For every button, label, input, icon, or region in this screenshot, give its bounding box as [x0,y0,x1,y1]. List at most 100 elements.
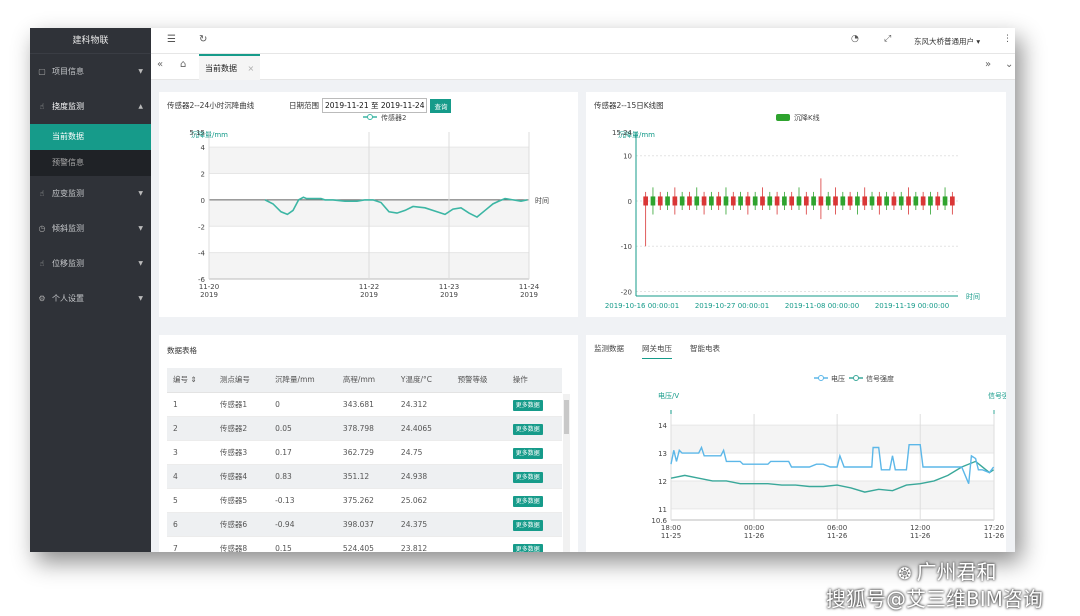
candle-body [657,196,663,206]
candle-body [665,196,670,206]
tab-monitor-data[interactable]: 监测数据 [594,343,624,359]
more-data-button[interactable]: 更多数据 [512,447,543,459]
table-row: 3 传感器3 0.17 362.729 24.75 更多数据 [167,440,562,465]
sidebar-item-deflection[interactable]: ☝ 挠度监测 ▲ [30,89,151,124]
x-tick-label: 11-22 [359,283,379,291]
table-cell: 传感器4 [213,464,270,489]
gauge-icon: ◷ [38,224,46,233]
table-cell: -0.94 [269,512,337,537]
y-tick-label: -2 [198,223,205,231]
table-cell: 351.12 [336,464,395,489]
page: 建科物联 ▢ 项目信息 ▼ ☝ 挠度监测 ▲ 当前数据 预警信息 ☝ 应变监测 … [0,0,1080,616]
tab-gateway-voltage[interactable]: 网关电压 [642,343,672,359]
theme-icon[interactable]: ◔ [851,34,859,44]
table-row: 1 传感器1 0 343.681 24.312 更多数据 [167,392,562,417]
candle-body [855,196,860,206]
tab-current-data[interactable]: 当前数据 × [199,54,261,80]
sidebar-item-project-info[interactable]: ▢ 项目信息 ▼ [30,54,151,89]
x-tick-date: 11-26 [910,532,931,540]
table-cell [451,536,507,552]
sidebar-item-strain[interactable]: ☝ 应变监测 ▼ [30,176,151,211]
table-cell: 362.729 [336,440,395,465]
table-cell [451,392,507,417]
candle-body [752,196,758,206]
menu-toggle-icon[interactable]: ☰ [167,34,176,45]
more-data-button[interactable]: 更多数据 [512,495,543,507]
chevron-down-icon: ▼ [138,295,143,302]
close-icon[interactable]: × [248,64,255,73]
candle-body [935,196,941,206]
scroll-left-icon[interactable]: « [157,59,163,70]
date-from: 2019-11-21 [325,101,369,110]
table-cell: 更多数据 [506,536,562,552]
query-button[interactable]: 查询 [430,98,452,113]
scrollbar[interactable] [563,394,570,552]
voltage-line-chart: 电压信号强度电压/V信号强度1413121110.618:0011-2500:0… [651,374,1006,540]
user-menu[interactable]: 东风大桥普通用户 ▾ [914,36,980,47]
table-cell: 传感器6 [213,512,270,537]
top-bar: ☰ ↻ ◔ ⤢ 东风大桥普通用户 ▾ ⋮ [151,28,1015,54]
x-tick-label: 2019-10-16 00:00:01 [605,302,679,310]
table-cell [451,440,507,465]
more-data-button[interactable]: 更多数据 [512,543,543,552]
home-icon[interactable]: ⌂ [180,59,186,70]
scroll-right-icon[interactable]: » [985,59,991,70]
candle-body [650,196,656,206]
wechat-icon: ❂ [898,564,917,583]
legend-marker [853,375,859,381]
table-cell: 24.938 [394,464,452,489]
legend-marker [367,114,373,120]
y-tick-label: 12 [658,478,667,486]
watermark-wechat: ❂ 广州君和 [898,556,997,585]
table-cell: 24.312 [394,392,452,417]
document-icon: ▢ [38,67,46,76]
candle-body [891,196,897,206]
column-header[interactable]: 编号 ⇕ [167,368,214,393]
panel-voltage: 监测数据 网关电压 智能电表 电压信号强度电压/V信号强度1413121110.… [586,335,1006,552]
candle-body [906,196,911,206]
date-range-input[interactable]: 2019-11-21 至 2019-11-24 [322,98,428,113]
refresh-icon[interactable]: ↻ [199,34,207,45]
column-header: 预警等级 [451,368,507,393]
candle-body [818,196,824,206]
candle-body [833,196,838,206]
more-vertical-icon[interactable]: ⋮ [1003,34,1012,44]
y-tick-label: -10 [621,243,632,251]
candle-body [782,196,787,206]
table-cell: 375.262 [336,488,395,513]
y-tick-label: 0 [628,198,632,206]
x-tick-label: 11-24 [519,283,540,291]
tab-smart-meter[interactable]: 智能电表 [690,343,720,359]
sidebar-item-displacement[interactable]: ☝ 位移监测 ▼ [30,246,151,281]
scrollbar-thumb[interactable] [564,400,569,434]
gear-icon: ⚙ [38,294,46,303]
sidebar-subitem-current-data[interactable]: 当前数据 [30,124,151,150]
sidebar-subitem-warnings[interactable]: 预警信息 [30,150,151,176]
candle-body [687,196,692,206]
chevron-down-icon: ▼ [138,260,143,267]
more-data-button[interactable]: 更多数据 [512,399,543,411]
date-separator: 至 [370,101,379,110]
legend-label: 信号强度 [866,374,894,383]
x-tick-year: 2019 [520,291,538,299]
candle-body [869,196,875,206]
y-axis-label-right: 信号强度 [988,391,1006,400]
panel-title: 数据表格 [167,346,197,355]
fullscreen-icon[interactable]: ⤢ [884,34,891,44]
more-data-button[interactable]: 更多数据 [512,423,543,435]
chevron-down-icon[interactable]: ⌄ [1005,59,1013,70]
more-data-button[interactable]: 更多数据 [512,471,543,483]
candle-body [796,196,802,206]
y-tick-label: -4 [198,250,206,258]
table-cell: 6 [167,512,214,537]
legend-marker [818,375,824,381]
more-data-button[interactable]: 更多数据 [512,519,543,531]
y-tick-label: 10 [623,153,632,161]
y-tick-label: 2 [201,171,205,179]
table-scroll[interactable]: 编号 ⇕ 测点编号 沉降量/mm 高程/mm Y温度/°C 预警等级 操作 1传… [167,368,570,552]
sidebar-item-settings[interactable]: ⚙ 个人设置 ▼ [30,281,151,316]
panel-kline: 传感器2--15日K线图 沉降K线沉降量/mm100-10-2015.24时间2… [586,92,1006,317]
sidebar-item-tilt[interactable]: ◷ 倾斜监测 ▼ [30,211,151,246]
table-cell: 23.812 [394,536,452,552]
table-cell: 0.83 [269,464,337,489]
